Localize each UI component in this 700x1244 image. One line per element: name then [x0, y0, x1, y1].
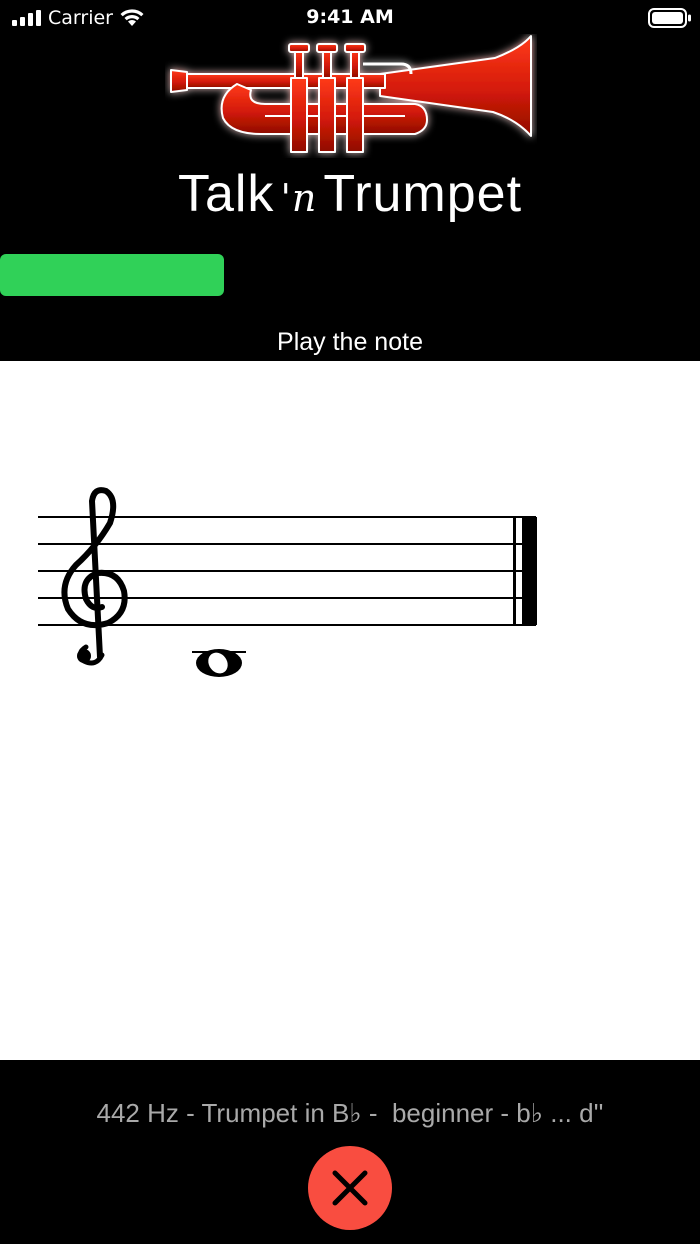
app-name-part-n: 'n — [280, 176, 318, 220]
progress-bar-fill — [0, 254, 224, 296]
barline-thin — [513, 517, 516, 625]
barline-thick — [522, 517, 537, 625]
close-icon — [332, 1170, 368, 1206]
staff-lines — [38, 516, 536, 626]
clock: 9:41 AM — [306, 6, 394, 28]
close-button[interactable] — [308, 1146, 392, 1230]
battery-icon — [648, 8, 691, 28]
settings-summary[interactable]: 442 Hz - Trumpet in B♭ - beginner - b♭ .… — [0, 1098, 700, 1129]
app-name-title: Talk'n Trumpet — [0, 164, 700, 224]
music-staff — [38, 487, 537, 677]
app-name-part-talk: Talk — [177, 165, 275, 223]
screen: Carrier 9:41 AM Talk 'n Trumpet Play the… — [0, 0, 700, 1244]
app-name-part-trumpet: Trumpet — [323, 165, 523, 223]
instruction-label: Play the note — [277, 328, 423, 356]
staff-panel — [0, 361, 700, 1060]
status-bar: Carrier 9:41 AM — [0, 0, 700, 36]
trumpet-logo-icon — [170, 35, 532, 153]
progress-bar — [0, 254, 700, 296]
footer: 442 Hz - Trumpet in B♭ - beginner - b♭ .… — [0, 1060, 700, 1244]
whole-note — [196, 649, 242, 677]
